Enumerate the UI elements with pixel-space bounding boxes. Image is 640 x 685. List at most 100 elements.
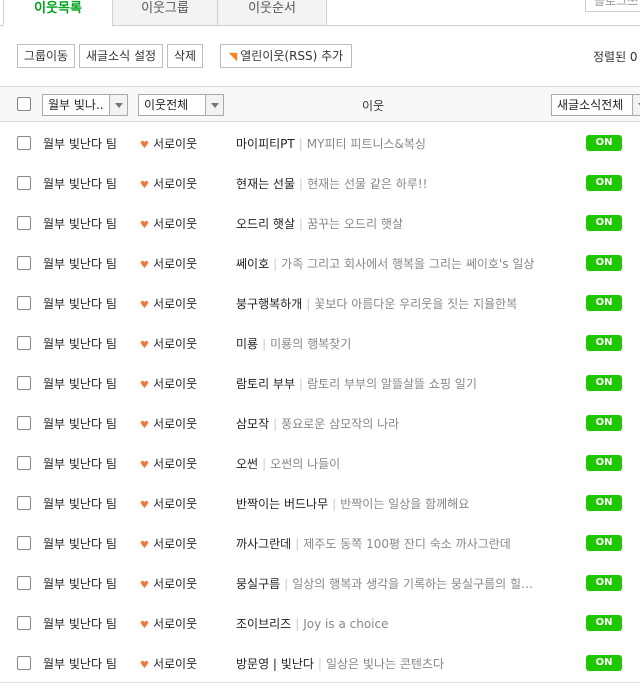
row-group: 월부 빛난다 팀 xyxy=(43,297,117,311)
feed-toggle[interactable]: ON xyxy=(586,335,622,351)
neighbor-nickname-link[interactable]: 마이피티PT xyxy=(236,137,295,151)
row-checkbox[interactable] xyxy=(17,616,31,630)
heart-icon: ♥ xyxy=(140,540,149,551)
neighbor-nickname-link[interactable]: 조이브리즈 xyxy=(236,617,291,631)
heart-icon: ♥ xyxy=(140,660,149,671)
chevron-down-icon xyxy=(109,95,127,115)
table-row: 월부 빛난다 팀 ♥ 서로이웃 마이피티PT | MY피티 피트니스&복싱 ON xyxy=(0,123,640,163)
row-type: ♥ 서로이웃 xyxy=(140,655,197,672)
neighbor-blog-title-link[interactable]: 일상은 빛나는 콘텐츠다 xyxy=(326,657,444,671)
neighbor-nickname-link[interactable]: 오드리 햇살 xyxy=(236,217,295,231)
row-neighbor: 미룡 | 미룡의 행복찾기 xyxy=(236,335,351,352)
feed-toggle[interactable]: ON xyxy=(586,135,622,151)
tab-neighbor-list[interactable]: 이웃목록 xyxy=(3,0,113,26)
row-checkbox[interactable] xyxy=(17,216,31,230)
neighbor-nickname-link[interactable]: 반짝이는 버드나무 xyxy=(236,497,328,511)
feed-toggle[interactable]: ON xyxy=(586,455,622,471)
neighbor-blog-title-link[interactable]: 일상의 행복과 생각을 기록하는 뭉실구름의 힐… xyxy=(292,577,533,591)
feed-toggle[interactable]: ON xyxy=(586,375,622,391)
neighbor-blog-title-link[interactable]: Joy is a choice xyxy=(303,617,388,631)
neighbor-blog-title-link[interactable]: 현재는 선물 같은 하루!! xyxy=(307,177,427,191)
select-all-checkbox[interactable] xyxy=(17,97,31,111)
tab-neighbor-order[interactable]: 이웃순서 xyxy=(217,0,327,26)
row-type-label: 서로이웃 xyxy=(152,257,198,271)
neighbor-nickname-link[interactable]: 미룡 xyxy=(236,337,258,351)
divider xyxy=(0,682,640,683)
row-group: 월부 빛난다 팀 xyxy=(43,417,117,431)
neighbor-nickname-link[interactable]: 뭉실구름 xyxy=(236,577,280,591)
feed-toggle[interactable]: ON xyxy=(586,575,622,591)
separator: | xyxy=(273,257,278,271)
row-checkbox[interactable] xyxy=(17,296,31,310)
feed-filter-value: 새글소식전체 xyxy=(557,98,624,112)
neighbor-nickname-link[interactable]: 람토리 부부 xyxy=(236,377,295,391)
neighbor-blog-title-link[interactable]: 오썬의 나들이 xyxy=(270,457,340,471)
feed-toggle[interactable]: ON xyxy=(586,175,622,191)
table-row: 월부 빛난다 팀 ♥ 서로이웃 붕구행복하개 | 꽃보다 아름다운 우리웃을 짓는 지율한… xyxy=(0,283,640,323)
feed-toggle[interactable]: ON xyxy=(586,295,622,311)
table-row: 월부 빛난다 팀 ♥ 서로이웃 삼모작 | 풍요로운 삼모작의 나라 ON xyxy=(0,403,640,443)
neighbor-blog-title-link[interactable]: 풍요로운 삼모작의 나라 xyxy=(281,417,399,431)
neighbor-blog-title-link[interactable]: 제주도 동쪽 100평 잔디 숙소 까사그란데 xyxy=(303,537,511,551)
add-rss-button[interactable]: ◥ 열린이웃(RSS) 추가 xyxy=(220,44,352,68)
row-checkbox[interactable] xyxy=(17,576,31,590)
neighbor-nickname-link[interactable]: 오썬 xyxy=(236,457,258,471)
row-type-label: 서로이웃 xyxy=(152,577,198,591)
feed-filter-select[interactable]: 새글소식전체 xyxy=(551,94,640,116)
neighbor-nickname-link[interactable]: 방문영 | 빛난다 xyxy=(236,657,314,671)
row-type-label: 서로이웃 xyxy=(152,177,198,191)
feed-setting-button[interactable]: 새글소식 설정 xyxy=(79,44,163,68)
feed-toggle[interactable]: ON xyxy=(586,655,622,671)
row-checkbox[interactable] xyxy=(17,136,31,150)
row-checkbox[interactable] xyxy=(17,456,31,470)
table-row: 월부 빛난다 팀 ♥ 서로이웃 미룡 | 미룡의 행복찾기 ON xyxy=(0,323,640,363)
type-filter-value: 이웃전체 xyxy=(144,98,189,112)
row-checkbox[interactable] xyxy=(17,336,31,350)
row-checkbox[interactable] xyxy=(17,376,31,390)
row-type: ♥ 서로이웃 xyxy=(140,415,197,432)
feed-toggle[interactable]: ON xyxy=(586,215,622,231)
row-neighbor: 현재는 선물 | 현재는 선물 같은 하루!! xyxy=(236,175,428,192)
feed-toggle[interactable]: ON xyxy=(586,615,622,631)
feed-toggle[interactable]: ON xyxy=(586,415,622,431)
separator: | xyxy=(306,297,311,311)
delete-button[interactable]: 삭제 xyxy=(167,44,203,68)
neighbor-blog-title-link[interactable]: 가족 그리고 회사에서 행복을 그리는 쎄이호's 일상 xyxy=(281,257,534,271)
row-checkbox[interactable] xyxy=(17,496,31,510)
separator: | xyxy=(273,417,278,431)
move-group-button[interactable]: 그룹이동 xyxy=(17,44,75,68)
heart-icon: ♥ xyxy=(140,580,149,591)
table-row: 월부 빛난다 팀 ♥ 서로이웃 방문영 | 빛난다 | 일상은 빛나는 콘텐츠다 ON xyxy=(0,643,640,683)
blog-write-button[interactable]: 블로그쓰 xyxy=(585,0,640,12)
neighbor-nickname-link[interactable]: 붕구행복하개 xyxy=(236,297,302,311)
row-type: ♥ 서로이웃 xyxy=(140,615,197,632)
type-filter-select[interactable]: 이웃전체 xyxy=(138,94,224,116)
row-checkbox[interactable] xyxy=(17,416,31,430)
separator: | xyxy=(284,577,289,591)
neighbor-blog-title-link[interactable]: 람토리 부부의 알뜰살뜰 쇼핑 일기 xyxy=(307,377,477,391)
row-checkbox[interactable] xyxy=(17,176,31,190)
neighbor-nickname-link[interactable]: 삼모작 xyxy=(236,417,269,431)
neighbor-nickname-link[interactable]: 까사그란데 xyxy=(236,537,291,551)
feed-toggle[interactable]: ON xyxy=(586,495,622,511)
neighbor-blog-title-link[interactable]: 꽃보다 아름다운 우리웃을 짓는 지율한복 xyxy=(314,297,517,311)
row-checkbox[interactable] xyxy=(17,256,31,270)
tab-neighbor-group[interactable]: 이웃그룹 xyxy=(112,0,218,26)
row-checkbox[interactable] xyxy=(17,656,31,670)
row-neighbor: 조이브리즈 | Joy is a choice xyxy=(236,615,388,632)
neighbor-blog-title-link[interactable]: 꿈꾸는 오드리 햇살 xyxy=(307,217,403,231)
table-row: 월부 빛난다 팀 ♥ 서로이웃 뭉실구름 | 일상의 행복과 생각을 기록하는 뭉실구름의… xyxy=(0,563,640,603)
row-checkbox[interactable] xyxy=(17,536,31,550)
neighbor-nickname-link[interactable]: 현재는 선물 xyxy=(236,177,295,191)
row-neighbor: 람토리 부부 | 람토리 부부의 알뜰살뜰 쇼핑 일기 xyxy=(236,375,477,392)
neighbor-blog-title-link[interactable]: 반짝이는 일상을 함께해요 xyxy=(340,497,469,511)
feed-toggle[interactable]: ON xyxy=(586,535,622,551)
row-group: 월부 빛난다 팀 xyxy=(43,497,117,511)
row-type-label: 서로이웃 xyxy=(152,297,198,311)
neighbor-blog-title-link[interactable]: 미룡의 행복찾기 xyxy=(270,337,351,351)
row-group: 월부 빛난다 팀 xyxy=(43,137,117,151)
feed-toggle[interactable]: ON xyxy=(586,255,622,271)
neighbor-nickname-link[interactable]: 쎄이호 xyxy=(236,257,269,271)
group-filter-select[interactable]: 월부 빛나.. xyxy=(42,94,128,116)
neighbor-blog-title-link[interactable]: MY피티 피트니스&복싱 xyxy=(307,137,426,151)
